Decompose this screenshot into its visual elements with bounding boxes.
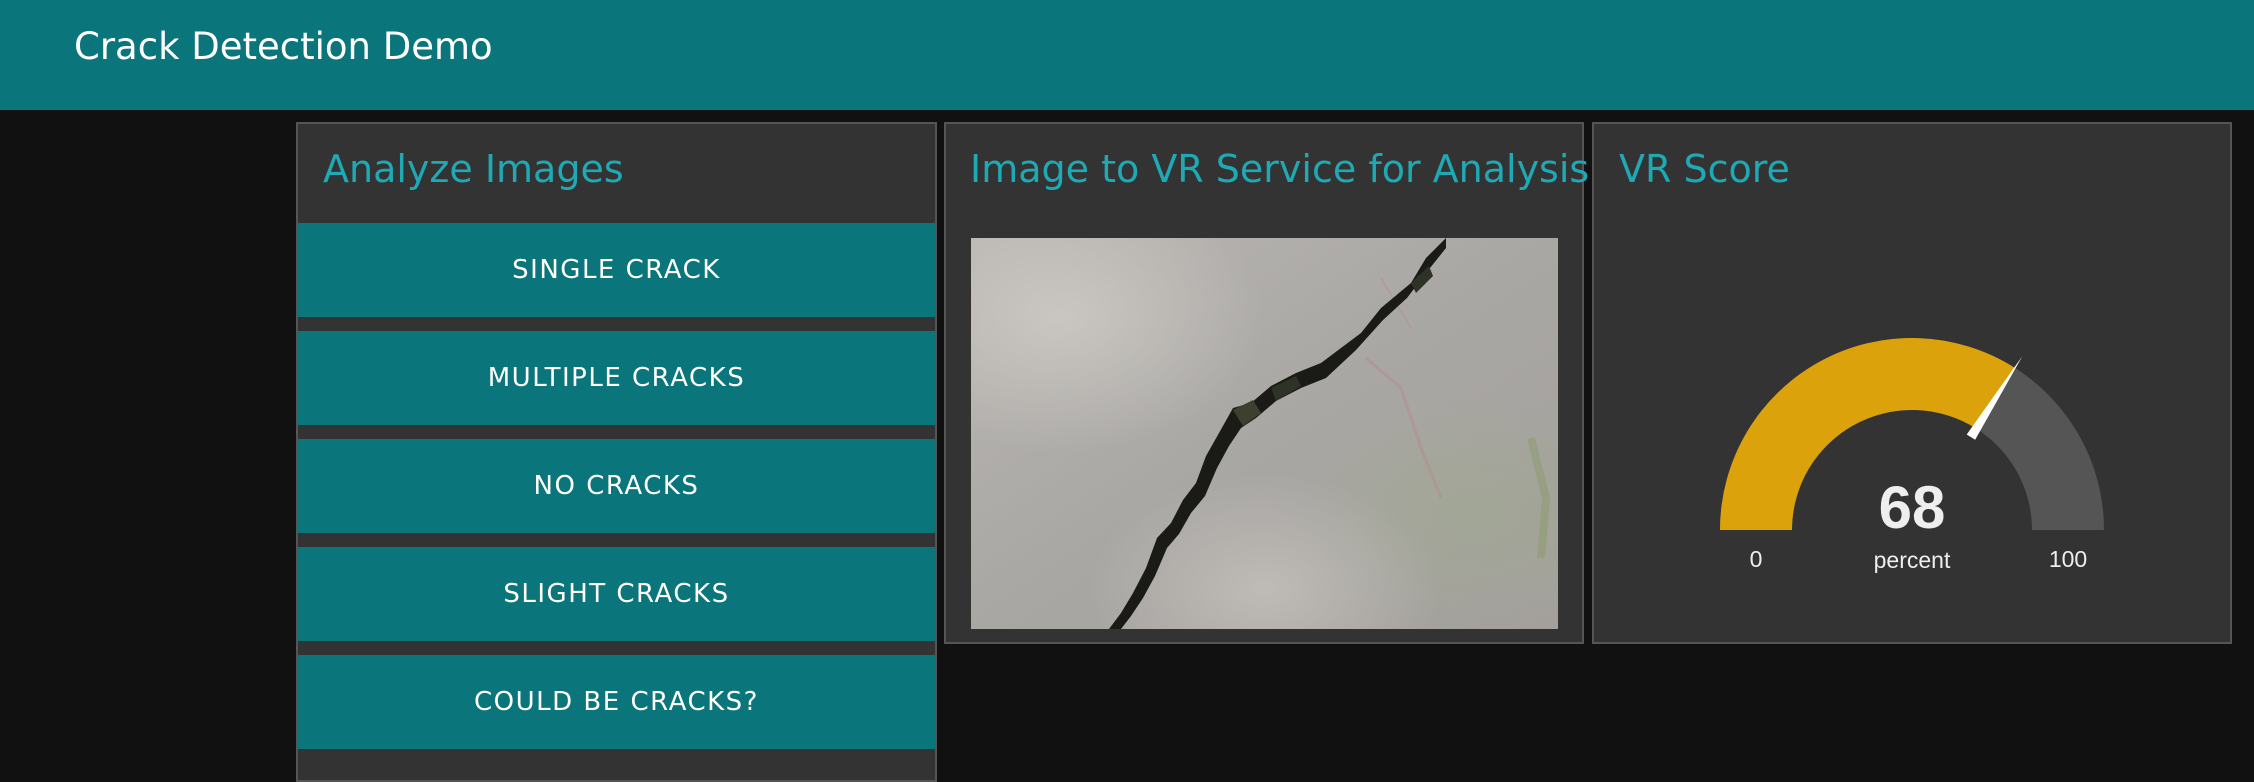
slight-cracks-button[interactable]: SLIGHT CRACKS: [298, 547, 935, 641]
app-title: Crack Detection Demo: [74, 25, 493, 68]
analyze-images-title: Analyze Images: [323, 147, 624, 191]
no-cracks-button[interactable]: NO CRACKS: [298, 439, 935, 533]
gauge-value: 68: [1879, 474, 1946, 541]
vr-score-title: VR Score: [1619, 147, 1790, 191]
gauge-max-label: 100: [2049, 546, 2087, 572]
app-header: Crack Detection Demo: [0, 0, 2254, 110]
crack-image: [971, 238, 1558, 629]
multiple-cracks-button[interactable]: MULTIPLE CRACKS: [298, 331, 935, 425]
image-analysis-title: Image to VR Service for Analysis: [970, 147, 1590, 191]
single-crack-button[interactable]: SINGLE CRACK: [298, 223, 935, 317]
could-be-cracks-button[interactable]: COULD BE CRACKS?: [298, 655, 935, 749]
gauge-min-label: 0: [1750, 546, 1763, 572]
vr-score-gauge: 68 percent 0 100: [1720, 338, 2104, 573]
gauge-unit: percent: [1874, 547, 1951, 573]
